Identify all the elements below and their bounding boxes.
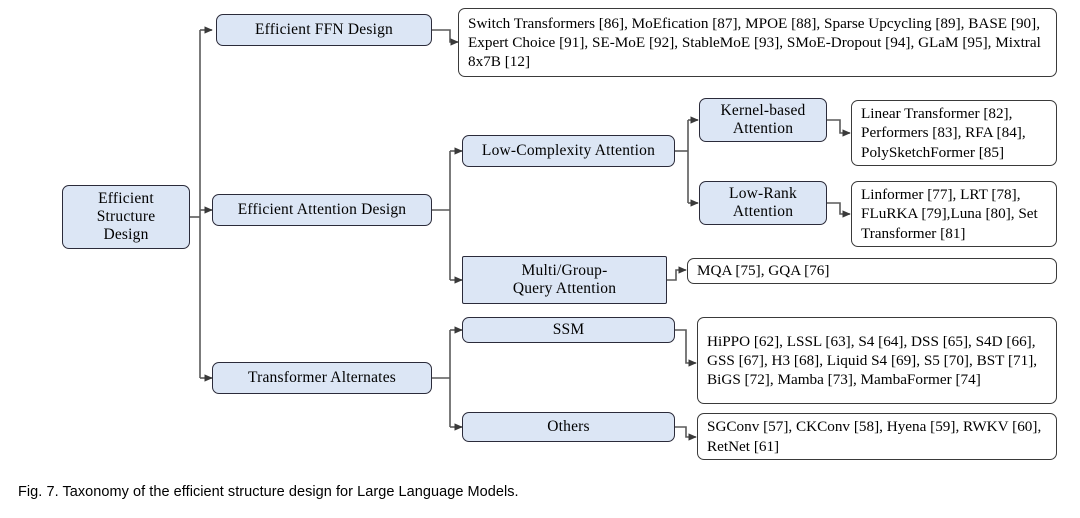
leaf-ssm-methods: HiPPO [62], LSSL [63], S4 [64], DSS [65]… bbox=[697, 317, 1057, 404]
edge-others-to-methods bbox=[675, 426, 697, 441]
leaf-kernel-based-methods-text: Linear Transformer [82], Performers [83]… bbox=[861, 105, 1026, 161]
leaf-ssm-methods-text: HiPPO [62], LSSL [63], S4 [64], DSS [65]… bbox=[707, 332, 1038, 389]
node-efficient-attention-design-label: Efficient Attention Design bbox=[237, 200, 407, 218]
leaf-low-rank-methods-text: Linformer [77], LRT [78], FLuRKA [79],Lu… bbox=[861, 186, 1038, 242]
leaf-ffn-methods: Switch Transformers [86], MoEfication [8… bbox=[458, 8, 1057, 77]
node-low-rank-attention[interactable]: Low-Rank Attention bbox=[699, 181, 827, 225]
node-ssm-label: SSM bbox=[552, 320, 585, 338]
node-kernel-based-attention[interactable]: Kernel-based Attention bbox=[699, 98, 827, 142]
edge-ssm-to-methods bbox=[675, 329, 697, 367]
edge-mqa-to-methods bbox=[667, 266, 687, 281]
node-others[interactable]: Others bbox=[462, 412, 675, 442]
node-efficient-attention-design[interactable]: Efficient Attention Design bbox=[212, 194, 432, 226]
node-ssm[interactable]: SSM bbox=[462, 317, 675, 343]
node-efficient-structure-design[interactable]: Efficient Structure Design bbox=[62, 185, 190, 249]
leaf-multi-group-query-methods-text: MQA [75], GQA [76] bbox=[697, 262, 830, 280]
edge-ffn-to-methods bbox=[432, 29, 459, 46]
node-multi-group-query-attention-label: Multi/Group- Query Attention bbox=[512, 261, 617, 297]
node-efficient-ffn-design[interactable]: Efficient FFN Design bbox=[216, 14, 432, 46]
leaf-others-methods: SGConv [57], CKConv [58], Hyena [59], RW… bbox=[697, 413, 1057, 460]
node-others-label: Others bbox=[547, 417, 590, 435]
taxonomy-diagram: Efficient Structure Design Efficient FFN… bbox=[0, 0, 1080, 518]
leaf-low-rank-methods: Linformer [77], LRT [78], FLuRKA [79],Lu… bbox=[851, 181, 1057, 247]
node-low-complexity-attention[interactable]: Low-Complexity Attention bbox=[462, 135, 675, 167]
node-efficient-ffn-design-label: Efficient FFN Design bbox=[254, 20, 394, 38]
edge-lowrank-to-methods bbox=[827, 202, 851, 218]
figure-caption: Fig. 7. Taxonomy of the efficient struct… bbox=[18, 484, 519, 500]
node-low-rank-attention-label: Low-Rank Attention bbox=[729, 184, 797, 220]
leaf-kernel-based-methods: Linear Transformer [82], Performers [83]… bbox=[851, 100, 1057, 166]
leaf-ffn-methods-text: Switch Transformers [86], MoEfication [8… bbox=[468, 14, 1041, 71]
leaf-others-methods-text: SGConv [57], CKConv [58], Hyena [59], RW… bbox=[707, 418, 1042, 455]
node-multi-group-query-attention[interactable]: Multi/Group- Query Attention bbox=[462, 256, 667, 304]
edge-kernel-to-methods bbox=[827, 119, 851, 137]
node-kernel-based-attention-label: Kernel-based Attention bbox=[720, 101, 806, 137]
node-transformer-alternates[interactable]: Transformer Alternates bbox=[212, 362, 432, 394]
node-efficient-structure-design-label: Efficient Structure Design bbox=[96, 189, 156, 244]
leaf-multi-group-query-methods: MQA [75], GQA [76] bbox=[687, 258, 1057, 284]
node-transformer-alternates-label: Transformer Alternates bbox=[247, 368, 397, 386]
node-low-complexity-attention-label: Low-Complexity Attention bbox=[481, 141, 656, 159]
